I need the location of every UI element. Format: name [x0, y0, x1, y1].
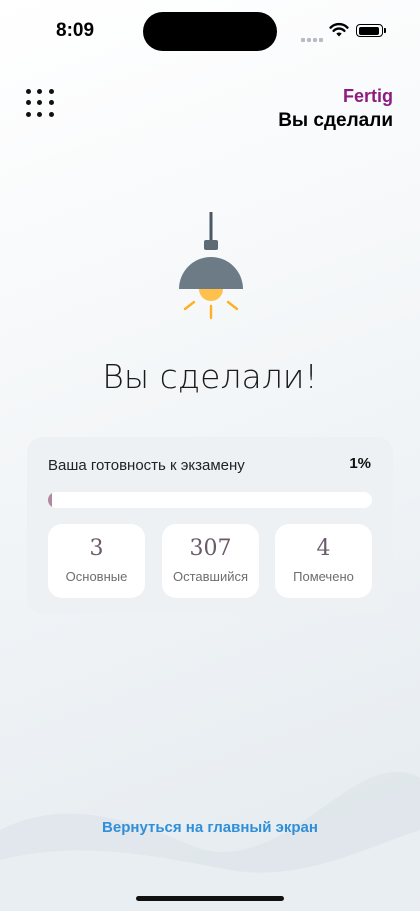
signal-icon	[301, 29, 325, 47]
stat-flagged-value: 4	[316, 536, 331, 561]
readiness-card: Ваша готовность к экзамену 1% 3 Основные…	[27, 437, 393, 614]
stat-main[interactable]: 3 Основные	[48, 524, 145, 598]
dynamic-island	[143, 12, 277, 51]
stat-main-value: 3	[89, 536, 104, 561]
readiness-progress-bar	[48, 492, 372, 508]
battery-icon	[356, 24, 386, 37]
readiness-percent: 1%	[349, 455, 371, 472]
menu-grid-icon[interactable]	[26, 89, 54, 117]
status-bar: 8:09	[0, 0, 420, 62]
wifi-icon	[329, 22, 349, 37]
readiness-label: Ваша готовность к экзамену	[48, 457, 245, 474]
stat-remaining[interactable]: 307 Оставшийся	[162, 524, 259, 598]
brand-title: Fertig	[342, 86, 393, 106]
return-home-link[interactable]: Вернуться на главный экран	[0, 819, 420, 836]
lamp-icon	[179, 212, 243, 320]
stat-remaining-value: 307	[189, 536, 232, 561]
completion-title: Вы сделали!	[102, 357, 318, 396]
stat-remaining-label: Оставшийся	[172, 569, 249, 584]
home-indicator[interactable]	[136, 896, 284, 901]
readiness-progress-fill	[48, 492, 53, 508]
status-time: 8:09	[56, 20, 95, 41]
stat-flagged[interactable]: 4 Помечено	[275, 524, 372, 598]
stat-flagged-label: Помечено	[293, 569, 354, 584]
stat-main-label: Основные	[65, 569, 128, 584]
page-title: Вы сделали	[278, 110, 393, 131]
